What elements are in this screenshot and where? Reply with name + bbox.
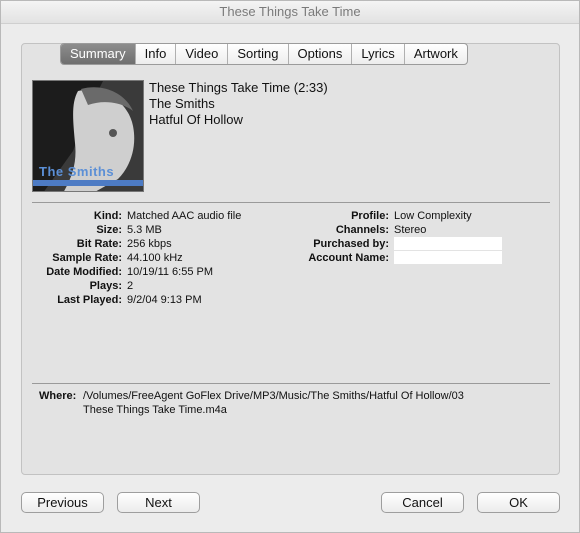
details-right: Profile: Low Complexity Channels: Stereo P… bbox=[298, 209, 502, 265]
divider-bottom bbox=[32, 383, 550, 384]
detail-label: Purchased by: bbox=[313, 238, 389, 250]
detail-value: 5.3 MB bbox=[127, 224, 162, 236]
detail-row: Size: 5.3 MB bbox=[31, 223, 241, 237]
track-album: Hatful Of Hollow bbox=[149, 112, 243, 127]
tab-info[interactable]: Info bbox=[134, 44, 176, 64]
tab-summary[interactable]: Summary bbox=[61, 44, 135, 64]
detail-row: Plays: 2 bbox=[31, 279, 241, 293]
artwork-blue-band bbox=[33, 180, 143, 186]
detail-row: Profile: Low Complexity bbox=[298, 209, 502, 223]
tab-artwork[interactable]: Artwork bbox=[403, 44, 467, 64]
previous-button[interactable]: Previous bbox=[21, 492, 104, 513]
cancel-button[interactable]: Cancel bbox=[381, 492, 464, 513]
detail-row: Last Played: 9/2/04 9:13 PM bbox=[31, 293, 241, 307]
detail-label: Date Modified: bbox=[46, 266, 122, 278]
detail-value: Stereo bbox=[394, 224, 427, 236]
tab-sorting[interactable]: Sorting bbox=[227, 44, 287, 64]
track-summary: These Things Take Time (2:33) The Smiths… bbox=[149, 80, 328, 128]
detail-label: Account Name: bbox=[308, 252, 389, 264]
tab-video[interactable]: Video bbox=[175, 44, 227, 64]
redacted-purchased-by bbox=[394, 237, 502, 250]
detail-value: 9/2/04 9:13 PM bbox=[127, 294, 202, 306]
detail-row: Channels: Stereo bbox=[298, 223, 502, 237]
detail-label: Profile: bbox=[351, 210, 389, 222]
get-info-window: These Things Take Time Summary Info Vide… bbox=[0, 0, 580, 533]
divider-top bbox=[32, 202, 550, 203]
next-button[interactable]: Next bbox=[117, 492, 200, 513]
redacted-account-name bbox=[394, 251, 502, 264]
tab-options[interactable]: Options bbox=[287, 44, 352, 64]
detail-row: Purchased by: bbox=[298, 237, 502, 251]
detail-label: Channels: bbox=[335, 224, 389, 236]
tab-lyrics[interactable]: Lyrics bbox=[351, 44, 403, 64]
detail-row: Sample Rate: 44.100 kHz bbox=[31, 251, 241, 265]
detail-row: Kind: Matched AAC audio file bbox=[31, 209, 241, 223]
detail-value: Low Complexity bbox=[394, 210, 472, 222]
track-artist: The Smiths bbox=[149, 96, 215, 111]
detail-value: 256 kbps bbox=[127, 238, 172, 250]
detail-label: Plays: bbox=[89, 280, 122, 292]
where-label: Where: bbox=[39, 390, 77, 402]
detail-row: Date Modified: 10/19/11 6:55 PM bbox=[31, 265, 241, 279]
track-title: These Things Take Time (2:33) bbox=[149, 80, 328, 95]
details-left: Kind: Matched AAC audio file Size: 5.3 MB … bbox=[31, 209, 241, 307]
artwork-text: The Smiths bbox=[39, 164, 115, 179]
detail-label: Kind: bbox=[93, 210, 122, 222]
detail-label: Bit Rate: bbox=[76, 238, 122, 250]
detail-value: 2 bbox=[127, 280, 134, 292]
detail-row: Bit Rate: 256 kbps bbox=[31, 237, 241, 251]
detail-value: 44.100 kHz bbox=[127, 252, 183, 264]
detail-label: Size: bbox=[96, 224, 122, 236]
detail-label: Sample Rate: bbox=[52, 252, 122, 264]
file-location: Where: /Volumes/FreeAgent GoFlex Drive/M… bbox=[39, 389, 464, 417]
where-path-line1: /Volumes/FreeAgent GoFlex Drive/MP3/Musi… bbox=[83, 390, 464, 402]
detail-row: Account Name: bbox=[298, 251, 502, 265]
ok-button[interactable]: OK bbox=[477, 492, 560, 513]
detail-value: 10/19/11 6:55 PM bbox=[127, 266, 214, 278]
window-title: These Things Take Time bbox=[1, 1, 579, 24]
detail-label: Last Played: bbox=[57, 294, 122, 306]
album-artwork: The Smiths bbox=[32, 80, 144, 192]
where-path-line2: These Things Take Time.m4a bbox=[83, 404, 227, 416]
detail-value: Matched AAC audio file bbox=[127, 210, 242, 222]
tab-bar: Summary Info Video Sorting Options Lyric… bbox=[60, 43, 468, 65]
